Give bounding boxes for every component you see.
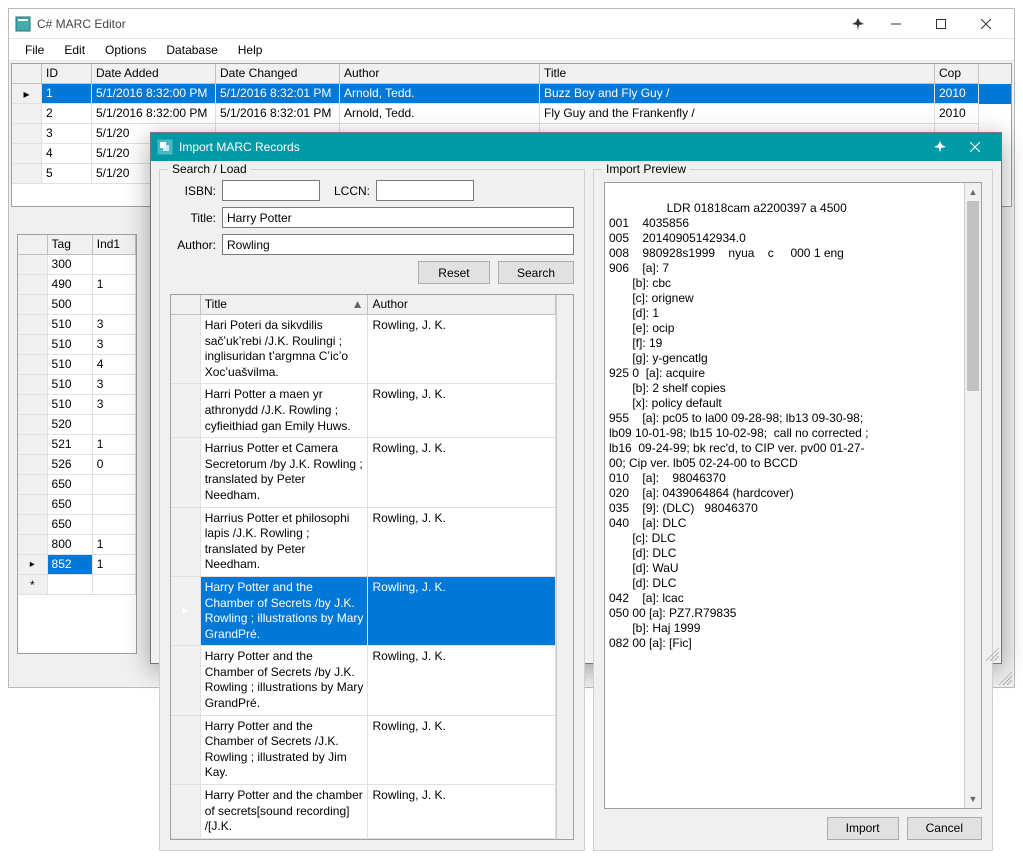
results-grid[interactable]: Title ▲ Author Hari Poteri da sikvdilis … — [170, 294, 574, 840]
tag-row[interactable]: 520 — [18, 415, 136, 435]
dialog-resize-grip[interactable] — [985, 647, 999, 661]
record-row[interactable]: ▸ 1 5/1/2016 8:32:00 PM 5/1/2016 8:32:01… — [12, 84, 1011, 104]
preview-panel: Import Preview LDR 01818cam a2200397 a 4… — [593, 169, 993, 851]
preview-panel-title: Import Preview — [602, 162, 690, 176]
col-title[interactable]: Title — [540, 64, 935, 84]
result-row[interactable]: Harri Potter a maen yr athronydd /J.K. R… — [171, 384, 556, 438]
menu-database[interactable]: Database — [156, 41, 227, 59]
results-col-author[interactable]: Author — [368, 295, 556, 315]
author-input[interactable] — [222, 234, 574, 255]
dialog-pin-icon[interactable] — [925, 141, 955, 153]
result-row[interactable]: Hari Poteri da sikvdilis sačʼukʼrebi /J.… — [171, 315, 556, 384]
result-row[interactable]: ▸ Harry Potter and the Chamber of Secret… — [171, 577, 556, 646]
col-copyright[interactable]: Cop — [935, 64, 979, 84]
tag-row[interactable]: 650 — [18, 475, 136, 495]
result-row[interactable]: Harry Potter and the Chamber of Secrets … — [171, 646, 556, 715]
tag-row[interactable]: 650 — [18, 515, 136, 535]
tag-row[interactable]: 510 3 — [18, 335, 136, 355]
col-id[interactable]: ID — [42, 64, 92, 84]
tag-row[interactable]: 800 1 — [18, 535, 136, 555]
tag-row[interactable]: 510 3 — [18, 395, 136, 415]
result-row[interactable]: Harrius Potter et philosophi lapis /J.K.… — [171, 508, 556, 577]
result-row[interactable]: Harry Potter and the chamber of secrets[… — [171, 785, 556, 839]
search-panel: Search / Load ISBN: LCCN: Title: Author:… — [159, 169, 585, 851]
preview-scrollbar[interactable]: ▲ ▼ — [964, 183, 981, 808]
search-panel-title: Search / Load — [168, 162, 251, 176]
result-row[interactable]: Harry Potter and the Chamber of Secrets … — [171, 716, 556, 785]
col-ind1[interactable]: Ind1 — [93, 235, 136, 255]
dialog-titlebar: Import MARC Records — [151, 133, 1001, 161]
tag-row[interactable]: 521 1 — [18, 435, 136, 455]
tag-row[interactable]: 490 1 — [18, 275, 136, 295]
record-row[interactable]: 2 5/1/2016 8:32:00 PM 5/1/2016 8:32:01 P… — [12, 104, 1011, 124]
main-title: C# MARC Editor — [37, 17, 843, 31]
col-tag[interactable]: Tag — [48, 235, 93, 255]
menu-file[interactable]: File — [15, 41, 54, 59]
tag-row[interactable]: 510 3 — [18, 375, 136, 395]
col-date-changed[interactable]: Date Changed — [216, 64, 340, 84]
scroll-up-icon[interactable]: ▲ — [965, 183, 981, 200]
tag-row[interactable]: 650 — [18, 495, 136, 515]
lccn-label: LCCN: — [326, 184, 370, 198]
author-label: Author: — [170, 238, 216, 252]
tag-row[interactable]: 526 0 — [18, 455, 136, 475]
dialog-title: Import MARC Records — [179, 140, 925, 154]
result-row[interactable]: Harrius Potter et Camera Secretorum /by … — [171, 438, 556, 507]
app-icon — [15, 16, 31, 32]
main-titlebar: C# MARC Editor — [9, 9, 1014, 39]
title-input[interactable] — [222, 207, 574, 228]
tag-row[interactable] — [18, 575, 136, 595]
minimize-button[interactable] — [873, 10, 918, 38]
pin-icon[interactable] — [843, 18, 873, 30]
col-author[interactable]: Author — [340, 64, 540, 84]
menu-edit[interactable]: Edit — [54, 41, 95, 59]
scroll-thumb[interactable] — [967, 201, 979, 391]
tag-row[interactable]: 300 — [18, 255, 136, 275]
menu-help[interactable]: Help — [228, 41, 273, 59]
tag-row[interactable]: 852 1 — [18, 555, 136, 575]
lccn-input[interactable] — [376, 180, 474, 201]
results-scrollbar[interactable] — [556, 295, 573, 839]
results-col-title[interactable]: Title ▲ — [201, 295, 369, 315]
tag-row[interactable]: 500 — [18, 295, 136, 315]
col-date-added[interactable]: Date Added — [92, 64, 216, 84]
tag-row[interactable]: 510 3 — [18, 315, 136, 335]
maximize-button[interactable] — [918, 10, 963, 38]
cancel-button[interactable]: Cancel — [907, 817, 982, 840]
import-dialog: Import MARC Records Search / Load ISBN: … — [150, 132, 1002, 664]
scroll-down-icon[interactable]: ▼ — [965, 791, 981, 808]
isbn-label: ISBN: — [170, 184, 216, 198]
tags-grid[interactable]: Tag Ind1 300 490 1 500 510 3 510 3 510 4… — [17, 234, 137, 654]
dialog-close-button[interactable] — [955, 133, 995, 161]
menubar: File Edit Options Database Help — [9, 39, 1014, 61]
close-button[interactable] — [963, 10, 1008, 38]
import-button[interactable]: Import — [827, 817, 899, 840]
search-button[interactable]: Search — [498, 261, 574, 284]
tag-row[interactable]: 510 4 — [18, 355, 136, 375]
preview-text[interactable]: LDR 01818cam a2200397 a 4500 001 4035856… — [604, 182, 982, 809]
isbn-input[interactable] — [222, 180, 320, 201]
title-label: Title: — [170, 211, 216, 225]
menu-options[interactable]: Options — [95, 41, 156, 59]
dialog-icon — [157, 139, 173, 155]
reset-button[interactable]: Reset — [418, 261, 490, 284]
